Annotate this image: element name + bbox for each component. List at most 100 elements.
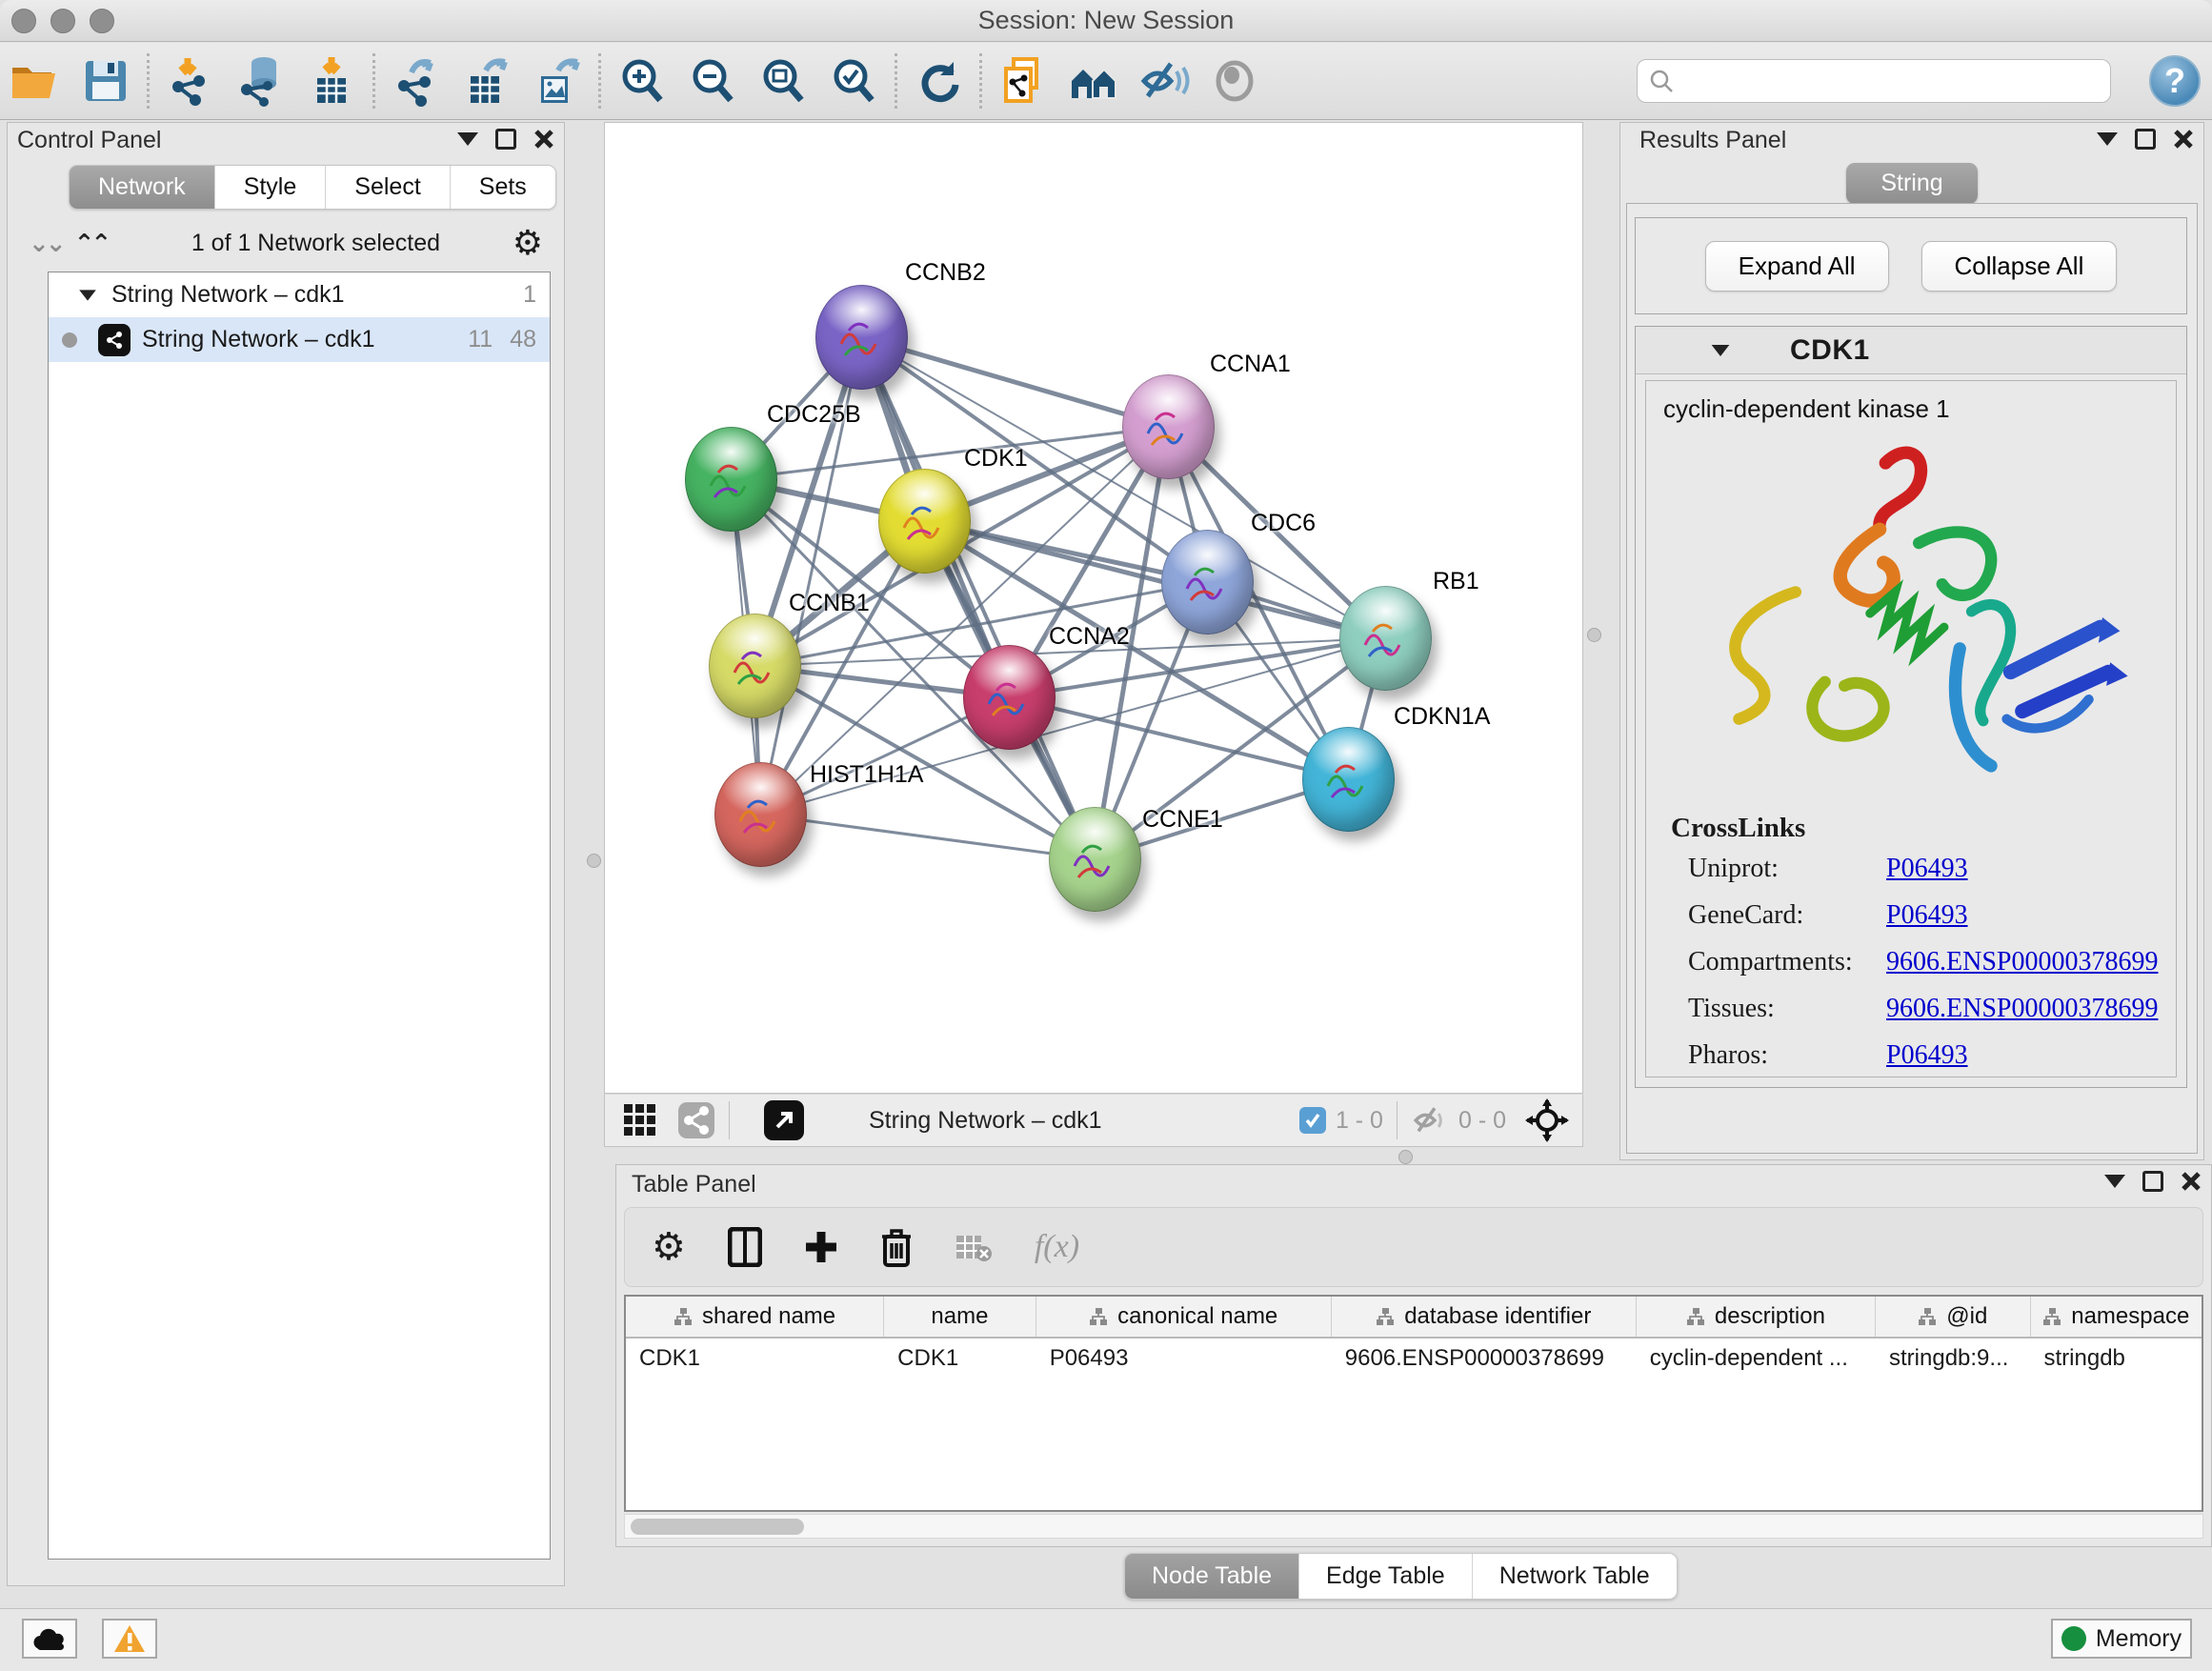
network-collection-row[interactable]: String Network – cdk1 1 xyxy=(49,272,550,317)
duplicate-network-button[interactable] xyxy=(988,48,1058,114)
network-node-ccna1[interactable] xyxy=(1122,374,1215,479)
network-node-hist1h1a[interactable] xyxy=(714,762,807,867)
network-share-icon[interactable] xyxy=(677,1101,715,1139)
column-header[interactable]: namespace xyxy=(2031,1297,2202,1337)
zoom-selected-button[interactable] xyxy=(818,48,889,114)
crosslink-tissues[interactable]: 9606.ENSP00000378699 xyxy=(1886,994,2176,1024)
scrollbar-thumb[interactable] xyxy=(631,1519,804,1535)
network-node-cdc25b[interactable] xyxy=(685,427,777,532)
hidden-eye-icon[interactable] xyxy=(1411,1104,1449,1137)
cell-description[interactable]: cyclin-dependent ... xyxy=(1637,1339,1876,1380)
cell-namespace[interactable]: stringdb xyxy=(2031,1339,2202,1380)
float-panel-icon[interactable] xyxy=(2142,1171,2163,1192)
help-button[interactable]: ? xyxy=(2149,55,2201,107)
network-node-rb1[interactable] xyxy=(1339,586,1432,691)
network-edge[interactable] xyxy=(861,337,1168,427)
network-canvas[interactable]: CCNB2CCNA1CDC25BCDK1CDC6RB1CCNB1CCNA2CDK… xyxy=(604,122,1583,1094)
network-node-ccne1[interactable] xyxy=(1049,807,1141,912)
crosslink-pharos[interactable]: P06493 xyxy=(1886,1040,2176,1071)
selected-checkbox-icon[interactable] xyxy=(1299,1107,1326,1134)
cloud-status-button[interactable] xyxy=(22,1619,77,1659)
refresh-view-button[interactable] xyxy=(903,48,974,114)
column-header[interactable]: shared name xyxy=(626,1297,884,1337)
warning-status-button[interactable] xyxy=(102,1619,157,1659)
tab-string[interactable]: String xyxy=(1846,163,1977,204)
column-header[interactable]: database identifier xyxy=(1332,1297,1637,1337)
titlebar: Session: New Session xyxy=(0,0,2212,42)
show-hidden-button[interactable] xyxy=(1199,48,1270,114)
import-network-file-button[interactable] xyxy=(155,48,226,114)
add-column-icon[interactable] xyxy=(804,1230,838,1264)
cell-canonical-name[interactable]: P06493 xyxy=(1036,1339,1332,1380)
tab-network[interactable]: Network xyxy=(70,166,215,209)
save-session-button[interactable] xyxy=(70,48,141,114)
cell-database-identifier[interactable]: 9606.ENSP00000378699 xyxy=(1332,1339,1637,1380)
table-horizontal-scrollbar[interactable] xyxy=(624,1514,2203,1539)
table-row[interactable]: CDK1 CDK1 P06493 9606.ENSP00000378699 cy… xyxy=(626,1339,2202,1380)
collapse-all-networks-icon[interactable]: ⌄⌄ xyxy=(29,229,63,258)
network-edge[interactable] xyxy=(760,815,1095,859)
search-input[interactable] xyxy=(1683,68,2099,94)
collection-expand-icon[interactable] xyxy=(79,290,96,300)
cell-shared-name[interactable]: CDK1 xyxy=(626,1339,884,1380)
splitter-handle[interactable] xyxy=(587,854,601,868)
hide-selected-button[interactable] xyxy=(1129,48,1199,114)
crosslink-compartments[interactable]: 9606.ENSP00000378699 xyxy=(1886,947,2176,977)
network-node-ccna2[interactable] xyxy=(963,645,1056,750)
panel-menu-icon[interactable] xyxy=(457,132,478,146)
cell-id[interactable]: stringdb:9... xyxy=(1876,1339,2031,1380)
delete-column-icon[interactable] xyxy=(880,1227,913,1267)
zoom-out-button[interactable] xyxy=(677,48,748,114)
close-panel-icon[interactable] xyxy=(2181,1171,2202,1192)
crosslink-uniprot[interactable]: P06493 xyxy=(1886,854,2176,884)
close-panel-icon[interactable] xyxy=(2173,129,2194,150)
tab-style[interactable]: Style xyxy=(215,166,327,209)
splitter-handle[interactable] xyxy=(1398,1150,1413,1164)
table-options-gear-icon[interactable]: ⚙ xyxy=(652,1228,686,1266)
network-node-ccnb1[interactable] xyxy=(709,614,801,718)
export-table-button[interactable] xyxy=(452,48,522,114)
import-table-button[interactable] xyxy=(296,48,367,114)
tab-edge-table[interactable]: Edge Table xyxy=(1299,1554,1473,1599)
tab-node-table[interactable]: Node Table xyxy=(1125,1554,1299,1599)
crosslink-genecard[interactable]: P06493 xyxy=(1886,900,2176,931)
birdseye-view-icon[interactable] xyxy=(1525,1098,1569,1142)
network-node-cdkn1a[interactable] xyxy=(1302,727,1395,832)
network-row[interactable]: String Network – cdk1 11 48 xyxy=(49,317,550,362)
column-header[interactable]: name xyxy=(884,1297,1036,1337)
float-panel-icon[interactable] xyxy=(495,129,516,150)
open-session-button[interactable] xyxy=(0,48,70,114)
collapse-all-button[interactable]: Collapse All xyxy=(1921,241,2118,292)
open-in-window-button[interactable] xyxy=(764,1100,804,1140)
entry-header[interactable]: CDK1 xyxy=(1636,327,2186,374)
column-header[interactable]: description xyxy=(1637,1297,1876,1337)
close-panel-icon[interactable] xyxy=(533,129,554,150)
splitter-handle[interactable] xyxy=(1587,628,1601,642)
network-node-ccnb2[interactable] xyxy=(815,285,908,390)
network-node-cdk1[interactable] xyxy=(878,469,971,574)
export-image-button[interactable] xyxy=(522,48,593,114)
panel-menu-icon[interactable] xyxy=(2104,1175,2125,1188)
entry-collapse-icon[interactable] xyxy=(1712,345,1730,356)
panel-menu-icon[interactable] xyxy=(2097,132,2118,146)
control-panel: Control Panel Network Style Select Sets … xyxy=(7,122,565,1586)
cell-name[interactable]: CDK1 xyxy=(884,1339,1036,1380)
memory-button[interactable]: Memory xyxy=(2051,1619,2192,1659)
home-button[interactable] xyxy=(1058,48,1129,114)
column-header[interactable]: canonical name xyxy=(1036,1297,1332,1337)
tab-sets[interactable]: Sets xyxy=(451,166,555,209)
column-header[interactable]: @id xyxy=(1876,1297,2031,1337)
network-options-gear-icon[interactable]: ⚙ xyxy=(513,226,543,260)
export-network-button[interactable] xyxy=(381,48,452,114)
grid-view-icon[interactable] xyxy=(622,1102,658,1138)
tab-select[interactable]: Select xyxy=(326,166,450,209)
float-panel-icon[interactable] xyxy=(2135,129,2156,150)
show-columns-icon[interactable] xyxy=(728,1227,762,1267)
zoom-in-button[interactable] xyxy=(607,48,677,114)
zoom-fit-button[interactable] xyxy=(748,48,818,114)
network-node-cdc6[interactable] xyxy=(1161,530,1254,634)
tab-network-table[interactable]: Network Table xyxy=(1473,1554,1677,1599)
expand-all-networks-icon[interactable]: ⌃⌃ xyxy=(74,229,109,258)
import-network-database-button[interactable] xyxy=(226,48,296,114)
expand-all-button[interactable]: Expand All xyxy=(1705,241,1889,292)
